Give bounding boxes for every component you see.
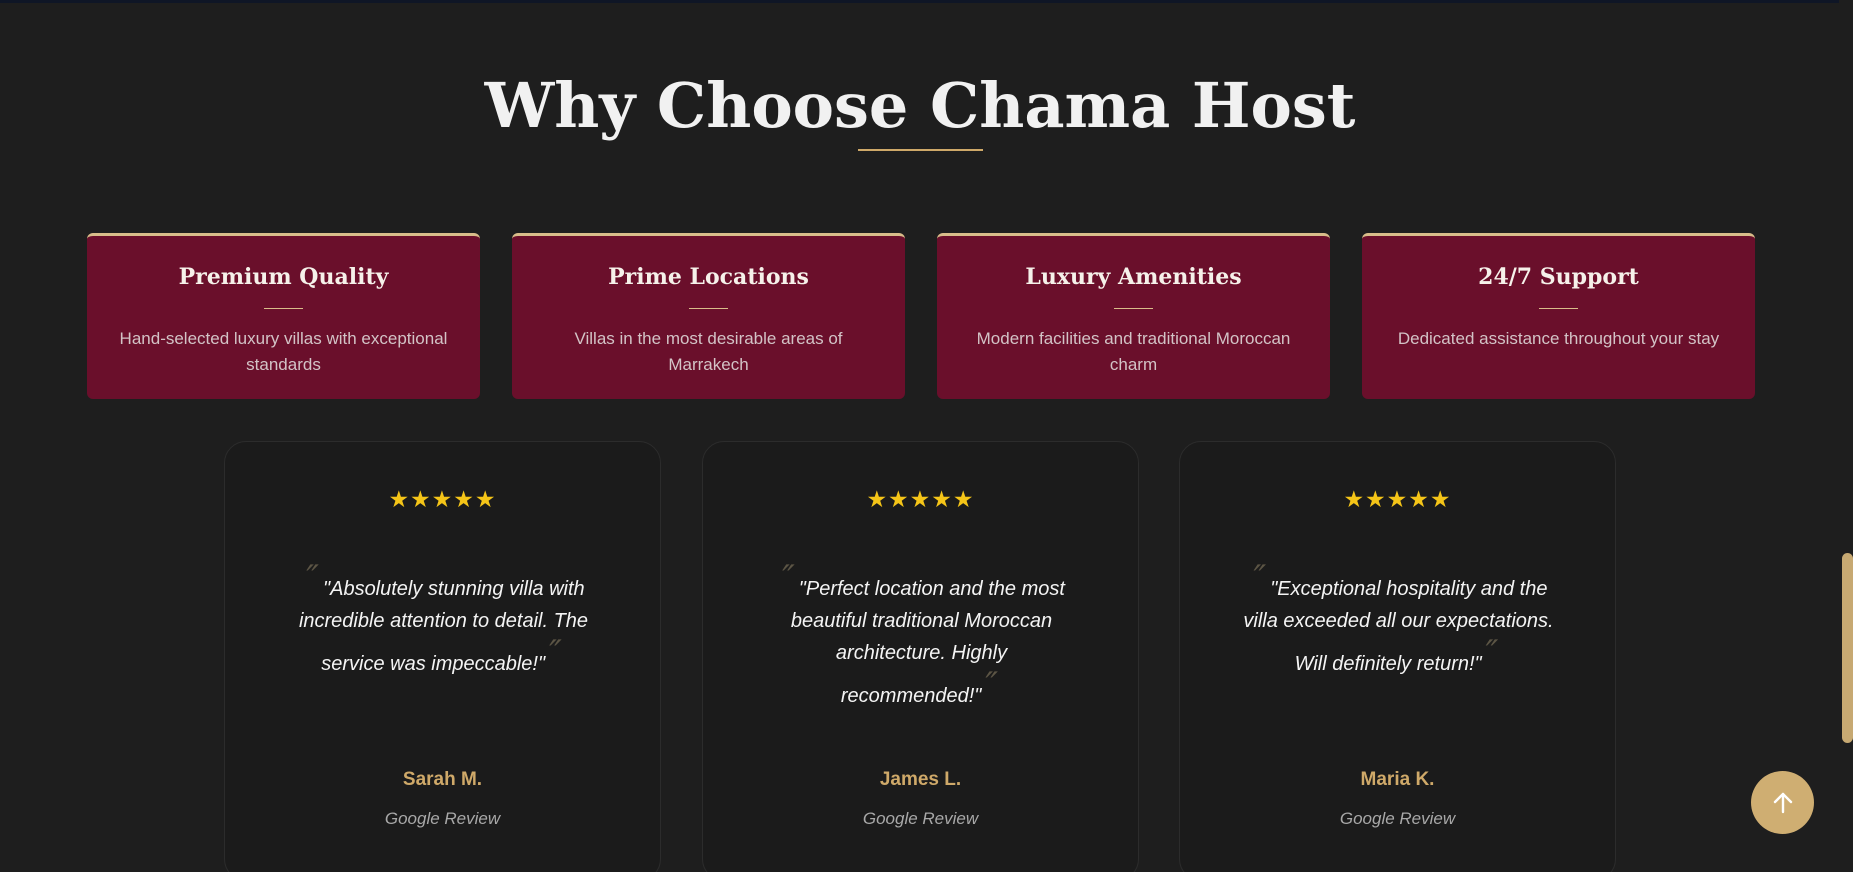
top-border xyxy=(0,0,1853,3)
feature-divider xyxy=(1114,308,1153,309)
feature-divider xyxy=(264,308,303,309)
review-text: "Perfect location and the most beautiful… xyxy=(790,578,1065,707)
feature-description: Dedicated assistance throughout your sta… xyxy=(1397,329,1720,348)
quote-open-icon: ″ xyxy=(306,558,319,598)
feature-card-premium-quality: Premium Quality Hand-selected luxury vil… xyxy=(87,233,480,399)
review-source: Google Review xyxy=(384,809,501,828)
star-rating: ★★★★★ xyxy=(1343,486,1452,512)
review-text: "Absolutely stunning villa with incredib… xyxy=(298,578,589,675)
review-quote: ″ "Perfect location and the most beautifu… xyxy=(753,561,1090,712)
feature-card-support: 24/7 Support Dedicated assistance throug… xyxy=(1362,233,1755,399)
quote-close-icon: ″ xyxy=(1485,633,1499,673)
feature-card-prime-locations: Prime Locations Villas in the most desir… xyxy=(512,233,905,399)
feature-title: 24/7 Support xyxy=(1478,264,1639,290)
review-quote: ″ "Absolutely stunning villa with incredi… xyxy=(275,561,612,680)
review-text: "Exceptional hospitality and the villa e… xyxy=(1243,578,1554,675)
feature-description: Modern facilities and traditional Morocc… xyxy=(976,329,1291,374)
star-rating: ★★★★★ xyxy=(388,486,497,512)
review-quote: ″ "Exceptional hospitality and the villa … xyxy=(1230,561,1567,680)
review-card-james: ★★★★★ ″ "Perfect location and the most be… xyxy=(702,441,1139,872)
quote-close-icon: ″ xyxy=(985,665,999,705)
feature-divider xyxy=(689,308,728,309)
reviewer-name: Sarah M. xyxy=(402,769,483,790)
quote-close-icon: ″ xyxy=(549,633,562,673)
scrollbar-thumb[interactable] xyxy=(1842,553,1853,743)
feature-description: Hand-selected luxury villas with excepti… xyxy=(119,329,448,374)
feature-title: Luxury Amenities xyxy=(1025,264,1242,290)
section-title: Why Choose Chama Host xyxy=(484,69,1356,142)
reviewer-name: James L. xyxy=(879,769,962,790)
arrow-up-icon xyxy=(1773,792,1792,813)
feature-title: Prime Locations xyxy=(608,264,809,290)
review-source: Google Review xyxy=(1339,809,1456,828)
feature-divider xyxy=(1539,308,1578,309)
reviewer-name: Maria K. xyxy=(1360,769,1435,790)
back-to-top-button[interactable] xyxy=(1751,771,1814,834)
quote-open-icon: ″ xyxy=(782,558,795,598)
star-rating: ★★★★★ xyxy=(866,486,975,512)
review-card-sarah: ★★★★★ ″ "Absolutely stunning villa with i… xyxy=(224,441,661,872)
review-card-maria: ★★★★★ ″ "Exceptional hospitality and the … xyxy=(1179,441,1616,872)
feature-description: Villas in the most desirable areas of Ma… xyxy=(574,329,843,374)
feature-title: Premium Quality xyxy=(178,264,389,290)
feature-card-luxury-amenities: Luxury Amenities Modern facilities and t… xyxy=(937,233,1330,399)
quote-open-icon: ″ xyxy=(1253,558,1267,598)
features-row: Premium Quality Hand-selected luxury vil… xyxy=(87,233,1755,399)
title-underline xyxy=(858,149,983,151)
review-source: Google Review xyxy=(862,809,979,828)
